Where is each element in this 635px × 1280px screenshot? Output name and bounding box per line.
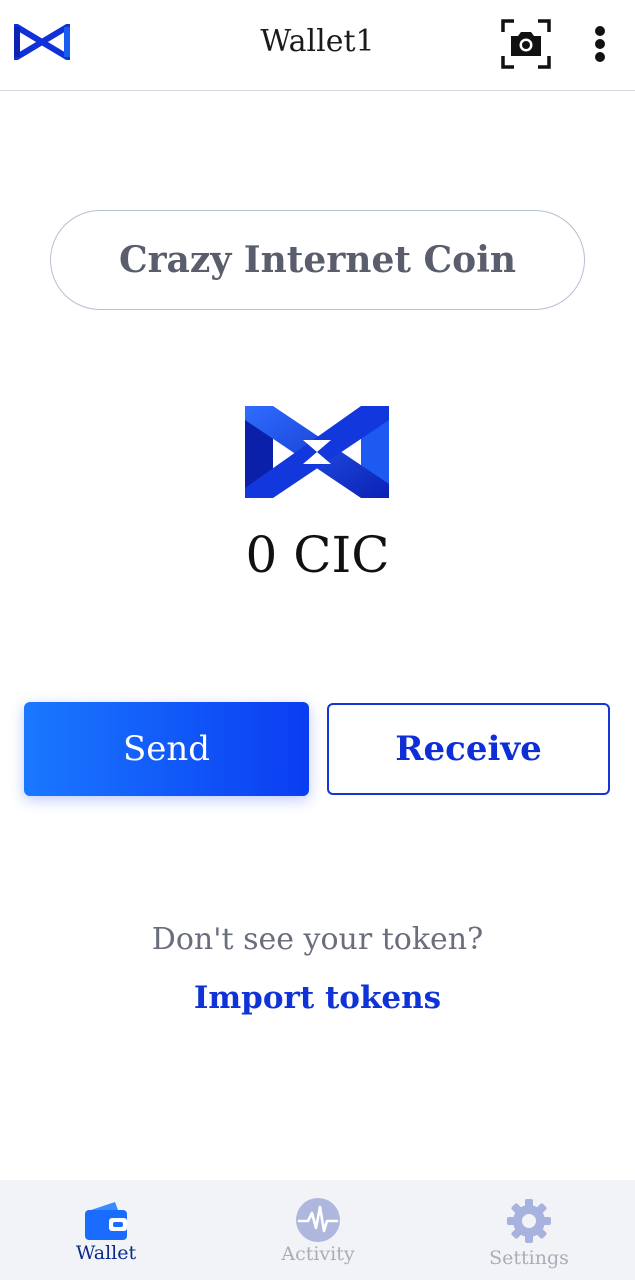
nav-item-wallet[interactable]: Wallet [26, 1180, 186, 1280]
cic-token-logo-icon [243, 402, 391, 502]
camera-scan-icon[interactable] [500, 18, 552, 70]
activity-icon [295, 1197, 341, 1243]
nav-item-activity[interactable]: Activity [238, 1180, 398, 1280]
nav-label-settings: Settings [489, 1247, 569, 1269]
token-hint-text: Don't see your token? [151, 922, 484, 957]
gear-icon [506, 1198, 552, 1244]
top-app-bar: Wallet1 [0, 0, 635, 91]
kebab-menu-icon[interactable] [585, 22, 615, 66]
nav-item-settings[interactable]: Settings [449, 1180, 609, 1280]
network-selector[interactable]: Crazy Internet Coin [50, 210, 585, 310]
wallet-icon [83, 1198, 129, 1244]
import-tokens-link[interactable]: Import tokens [0, 980, 635, 1016]
send-button[interactable]: Send [24, 702, 309, 796]
cic-logo-icon[interactable] [14, 21, 70, 63]
wallet-title[interactable]: Wallet1 [200, 22, 435, 62]
bottom-navigation: Wallet Activity Settings [0, 1180, 635, 1280]
nav-label-wallet: Wallet [75, 1242, 137, 1264]
receive-button[interactable]: Receive [327, 703, 610, 795]
balance-amount: 0 CIC [245, 526, 390, 584]
nav-label-activity: Activity [281, 1243, 355, 1265]
